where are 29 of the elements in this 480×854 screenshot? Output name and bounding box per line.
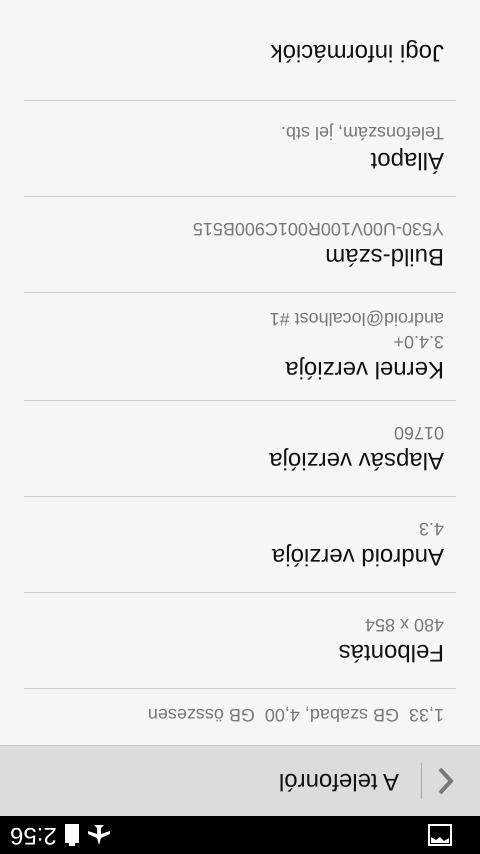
- clock: 2:56: [10, 821, 57, 849]
- battery-icon: [64, 824, 79, 846]
- back-chevron-icon[interactable]: [438, 767, 454, 795]
- item-summary: 3.4.0+: [392, 332, 444, 354]
- settings-item[interactable]: Kernel verziója 3.4.0+ android@localhost #1: [24, 292, 456, 400]
- item-summary: 480 x 854: [364, 614, 444, 636]
- item-title: Kernel verziója: [284, 356, 444, 386]
- item-summary: android@localhost #1: [268, 308, 444, 330]
- item-title: Jogi információk: [270, 38, 444, 68]
- item-summary: Telefonszám, jel stb.: [280, 122, 444, 144]
- item-summary: 4.3: [418, 518, 444, 540]
- item-title: Alapsáv verziója: [268, 446, 444, 476]
- settings-item[interactable]: Jogi információk: [24, 4, 456, 100]
- settings-item[interactable]: Alapsáv verziója 01760: [24, 400, 456, 496]
- screen-title: A telefonról: [278, 767, 399, 795]
- airplane-icon: [86, 824, 111, 846]
- item-title: Állapot: [370, 146, 444, 176]
- settings-item[interactable]: 1,33 GB szabad, 4,00 GB összesen: [24, 688, 456, 745]
- settings-item[interactable]: Build-szám Y530-U00V100R001C900B515: [24, 196, 456, 292]
- item-title: Felbontás: [338, 638, 444, 668]
- item-title: Build-szám: [324, 242, 444, 272]
- item-summary: 01760: [392, 422, 444, 444]
- settings-item[interactable]: Felbontás 480 x 854: [24, 592, 456, 688]
- item-summary: 1,33 GB szabad, 4,00 GB összesen: [146, 704, 444, 726]
- settings-item[interactable]: Android verziója 4.3: [24, 496, 456, 592]
- picture-notification-icon: [428, 824, 452, 846]
- settings-item[interactable]: Állapot Telefonszám, jel stb.: [24, 100, 456, 196]
- item-title: Android verziója: [270, 542, 444, 572]
- item-summary: Y530-U00V100R001C900B515: [192, 218, 444, 240]
